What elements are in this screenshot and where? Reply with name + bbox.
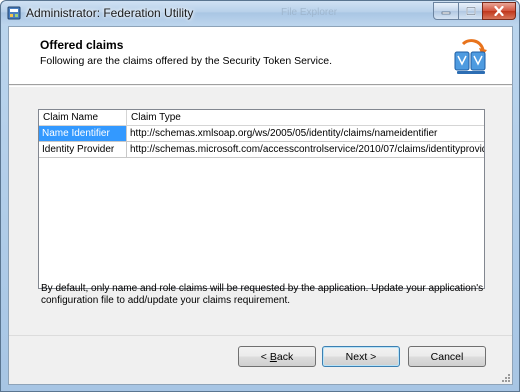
next-button[interactable]: Next > xyxy=(322,346,400,367)
claims-table[interactable]: Claim Name Claim Type Name Identifier ht… xyxy=(38,109,485,289)
claim-type-cell[interactable]: http://schemas.xmlsoap.org/ws/2005/05/id… xyxy=(127,126,484,142)
table-header: Claim Name Claim Type xyxy=(39,110,484,126)
window-title: Administrator: Federation Utility xyxy=(26,6,194,20)
resize-grip-icon[interactable] xyxy=(500,372,510,382)
column-header-claim-name[interactable]: Claim Name xyxy=(39,110,127,126)
header-divider xyxy=(9,86,512,87)
claim-name-cell[interactable]: Identity Provider xyxy=(39,142,127,158)
column-header-claim-type[interactable]: Claim Type xyxy=(127,110,484,126)
back-button[interactable]: < Back xyxy=(238,346,316,367)
cancel-button[interactable]: Cancel xyxy=(408,346,486,367)
table-row[interactable]: Name Identifier http://schemas.xmlsoap.o… xyxy=(39,126,484,142)
next-button-label: Next > xyxy=(345,350,377,363)
close-icon xyxy=(494,6,504,16)
federation-utility-window: Administrator: Federation Utility File E… xyxy=(0,0,520,392)
wizard-page: Offered claims Following are the claims … xyxy=(8,26,513,385)
claim-type-cell[interactable]: http://schemas.microsoft.com/accesscontr… xyxy=(127,142,484,158)
claims-note: By default, only name and role claims wi… xyxy=(41,283,484,306)
claim-name-cell[interactable]: Name Identifier xyxy=(39,126,127,142)
app-icon xyxy=(7,6,21,20)
back-button-label: < Back xyxy=(260,350,294,363)
title-bar[interactable]: Administrator: Federation Utility File E… xyxy=(1,1,519,25)
maximize-button[interactable] xyxy=(458,2,483,20)
wizard-header-icon xyxy=(454,39,487,74)
minimize-icon xyxy=(441,11,451,15)
background-window-title: File Explorer xyxy=(281,7,338,18)
page-title: Offered claims xyxy=(40,38,124,52)
button-divider xyxy=(9,335,512,336)
maximize-icon xyxy=(465,6,476,16)
wizard-header: Offered claims Following are the claims … xyxy=(9,27,512,85)
cancel-button-label: Cancel xyxy=(430,350,464,363)
table-row[interactable]: Identity Provider http://schemas.microso… xyxy=(39,142,484,158)
minimize-button[interactable] xyxy=(433,2,459,20)
close-button[interactable] xyxy=(482,2,516,20)
page-subtitle: Following are the claims offered by the … xyxy=(40,55,333,67)
